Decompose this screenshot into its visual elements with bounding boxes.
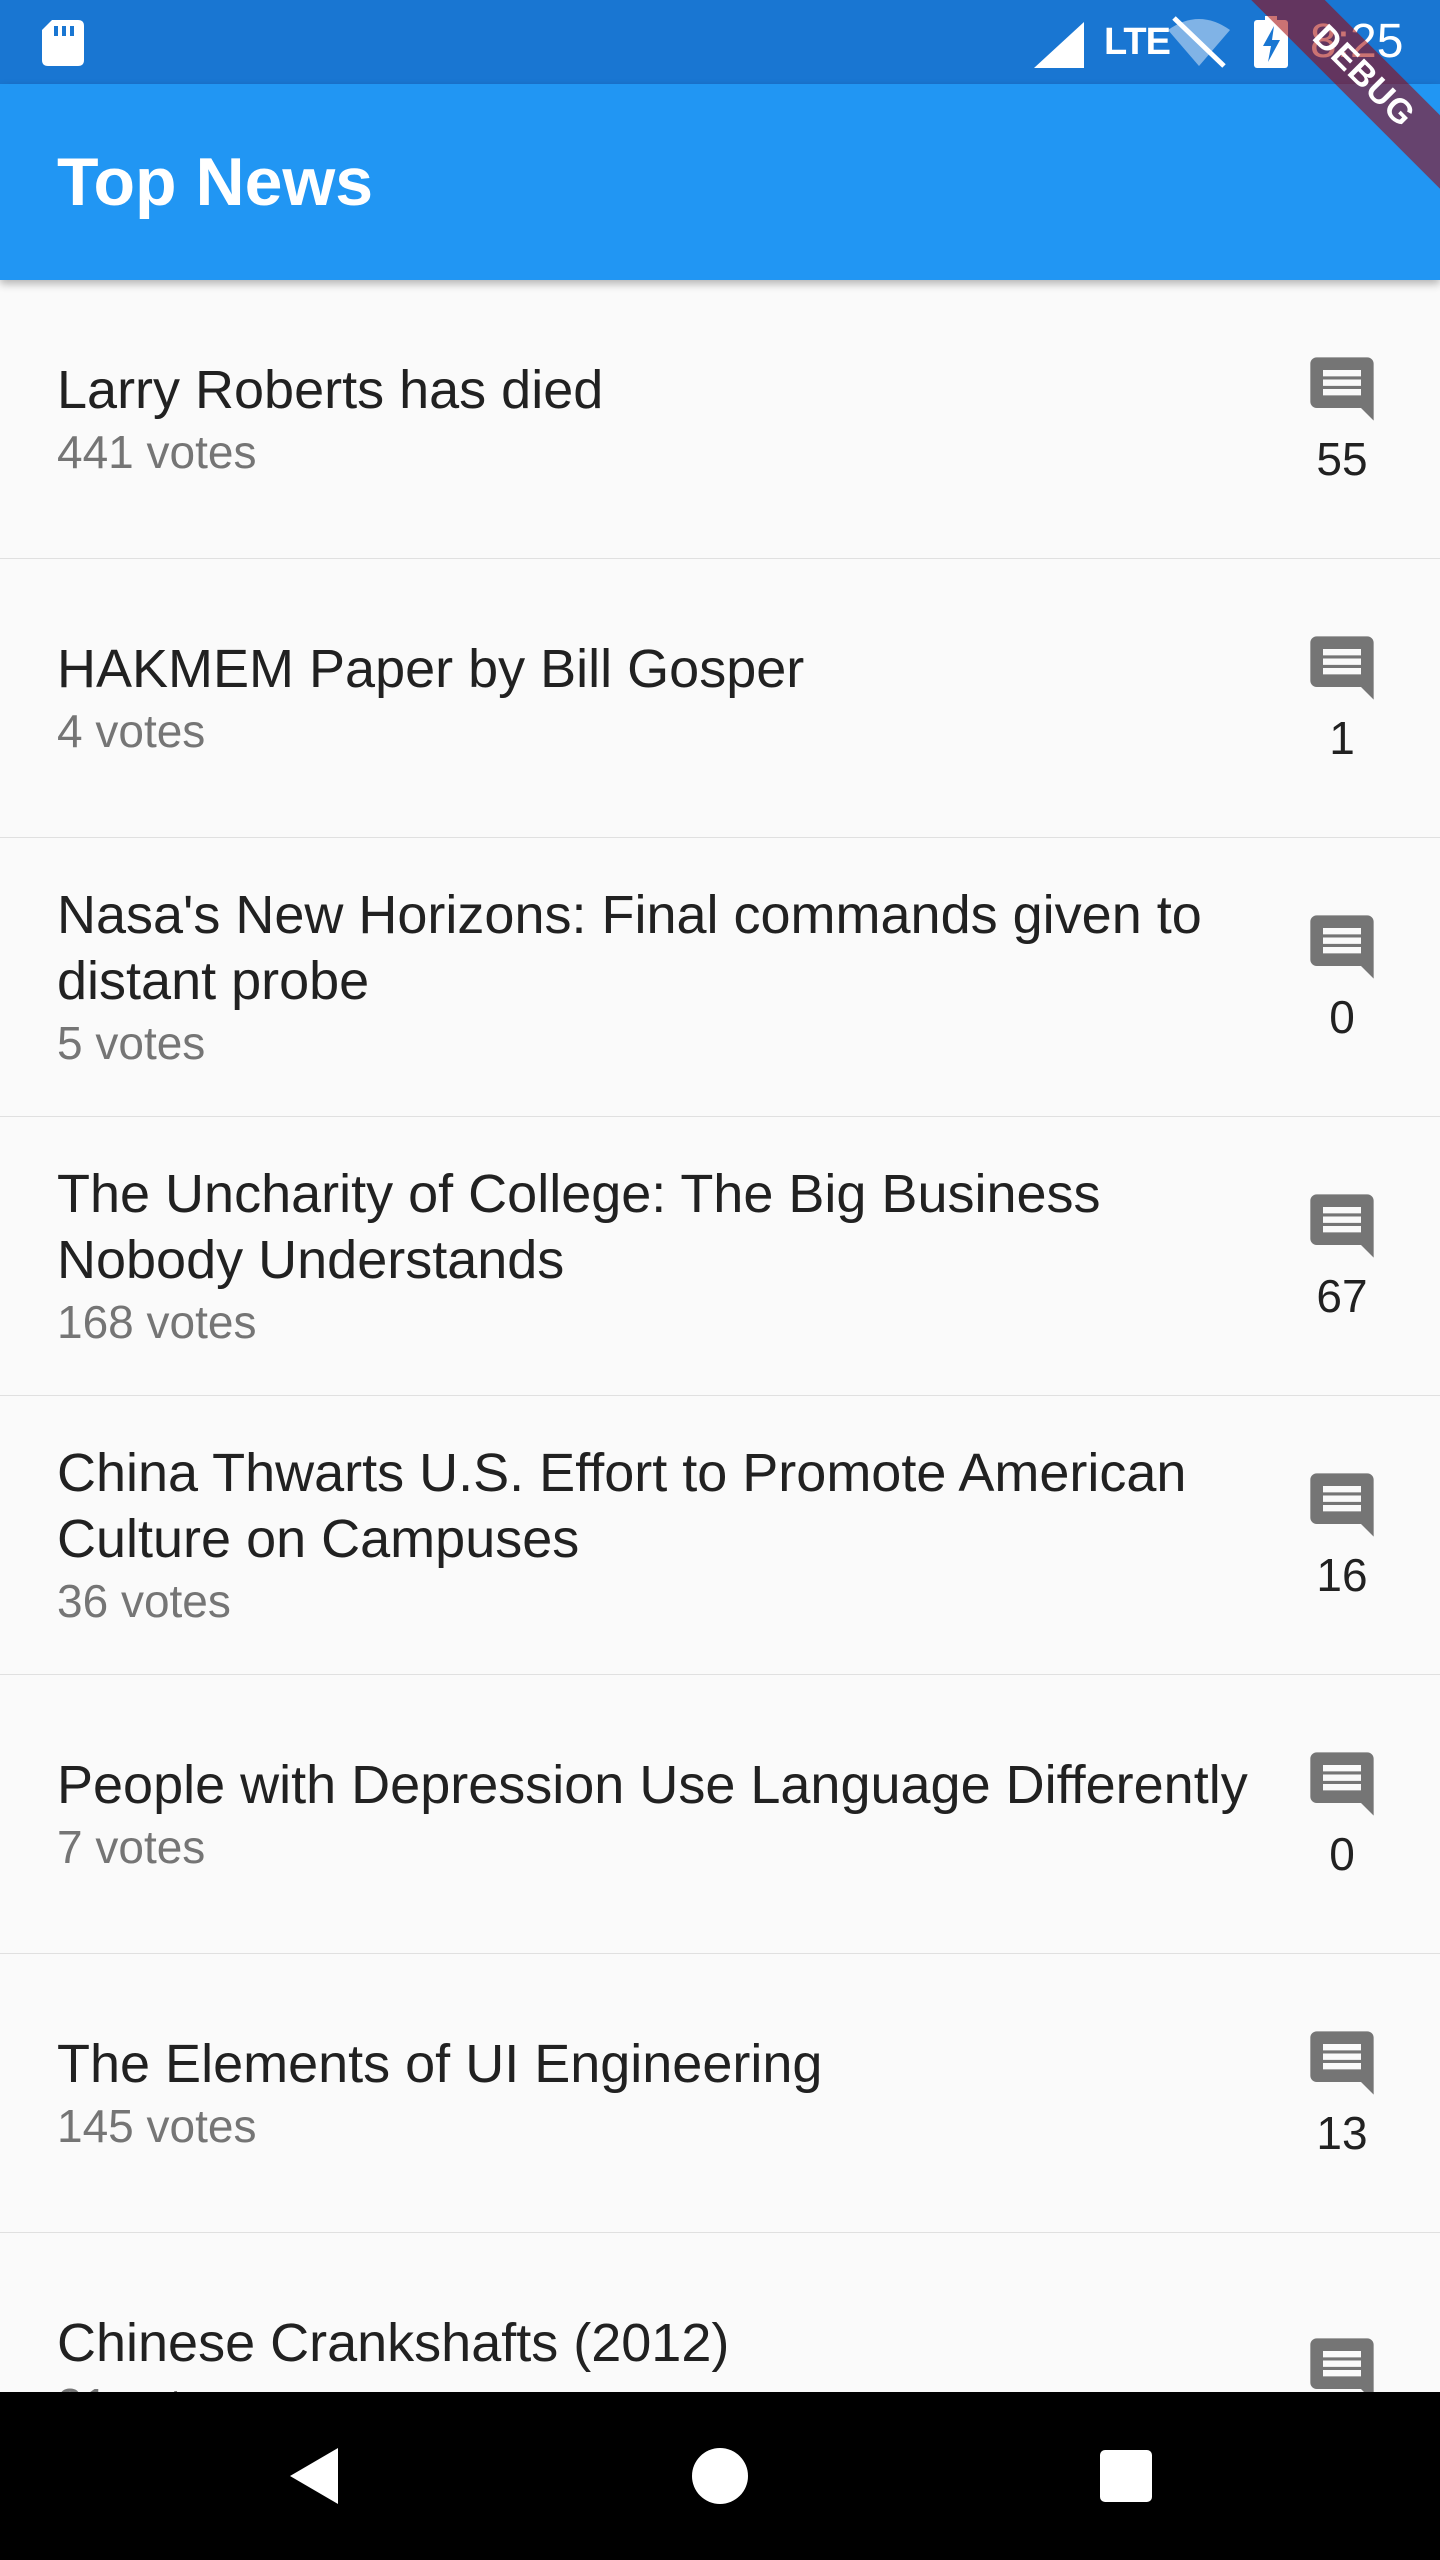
news-list[interactable]: Larry Roberts has died 441 votes 55 HAKM… [0,280,1440,2392]
comment-icon [1310,1473,1374,1537]
comments-button[interactable] [1300,2233,1384,2392]
news-item[interactable]: The Uncharity of College: The Big Busine… [0,1117,1440,1396]
comment-icon [1310,2338,1374,2392]
vote-count: 7 votes [57,1821,206,1873]
news-item-text: Nasa's New Horizons: Final commands give… [57,838,1257,1116]
comment-count: 67 [1316,1270,1368,1322]
status-time: 8:25 [1310,15,1404,68]
comment-icon [1310,357,1374,421]
news-item-text: People with Depression Use Language Diff… [57,1675,1257,1953]
news-title: The Uncharity of College: The Big Busine… [57,1164,1101,1290]
vote-count: 168 votes [57,1296,257,1348]
news-title: Larry Roberts has died [57,360,604,420]
news-item-text: HAKMEM Paper by Bill Gosper 4 votes [57,559,1257,837]
status-bar: LTE 8:25 [0,0,1440,84]
page-title: Top News [57,144,374,220]
news-item[interactable]: People with Depression Use Language Diff… [0,1675,1440,1954]
battery-charging-icon [1254,16,1288,68]
comment-icon [1310,2031,1374,2095]
news-item-text: The Elements of UI Engineering 145 votes [57,1954,1257,2232]
news-item-text: Larry Roberts has died 441 votes [57,280,1257,558]
news-item[interactable]: Larry Roberts has died 441 votes 55 [0,280,1440,559]
vote-count: 145 votes [57,2100,257,2152]
news-title: People with Depression Use Language Diff… [57,1755,1248,1815]
comments-button[interactable]: 0 [1300,1675,1384,1953]
network-type: LTE [1104,21,1171,63]
home-circle-icon[interactable] [680,2436,760,2516]
vote-count: 4 votes [57,705,206,757]
cell-signal-icon [1034,22,1084,68]
vote-count: 5 votes [57,1017,206,1069]
sd-card-icon [42,20,84,66]
app-bar: Top News [0,84,1440,280]
recents-square-icon[interactable] [1086,2436,1166,2516]
news-item[interactable]: HAKMEM Paper by Bill Gosper 4 votes 1 [0,559,1440,838]
news-title: The Elements of UI Engineering [57,2034,823,2094]
comment-count: 55 [1316,433,1368,485]
comments-button[interactable]: 16 [1300,1396,1384,1674]
wifi-off-icon [1168,16,1230,68]
news-title: Nasa's New Horizons: Final commands give… [57,885,1202,1011]
comment-count: 16 [1316,1549,1368,1601]
news-item-text: Chinese Crankshafts (2012) 21 votes [57,2233,1257,2392]
navigation-bar [0,2392,1440,2560]
comments-button[interactable]: 1 [1300,559,1384,837]
comment-icon [1310,636,1374,700]
news-title: Chinese Crankshafts (2012) [57,2313,730,2373]
comment-icon [1310,1194,1374,1258]
back-triangle-icon[interactable] [276,2436,356,2516]
news-item[interactable]: Chinese Crankshafts (2012) 21 votes [0,2233,1440,2392]
comment-icon [1310,915,1374,979]
news-item[interactable]: The Elements of UI Engineering 145 votes… [0,1954,1440,2233]
comments-button[interactable]: 0 [1300,838,1384,1116]
comments-button[interactable]: 13 [1300,1954,1384,2232]
news-item-text: China Thwarts U.S. Effort to Promote Ame… [57,1396,1257,1674]
news-item[interactable]: China Thwarts U.S. Effort to Promote Ame… [0,1396,1440,1675]
news-title: China Thwarts U.S. Effort to Promote Ame… [57,1443,1187,1569]
comment-count: 0 [1329,1828,1355,1880]
news-item-text: The Uncharity of College: The Big Busine… [57,1117,1257,1395]
comment-count: 0 [1329,991,1355,1043]
comments-button[interactable]: 55 [1300,280,1384,558]
news-item[interactable]: Nasa's New Horizons: Final commands give… [0,838,1440,1117]
vote-count: 441 votes [57,426,257,478]
news-title: HAKMEM Paper by Bill Gosper [57,639,805,699]
comment-icon [1310,1752,1374,1816]
comment-count: 13 [1316,2107,1368,2159]
comments-button[interactable]: 67 [1300,1117,1384,1395]
comment-count: 1 [1329,712,1355,764]
vote-count: 21 votes [57,2376,1257,2392]
vote-count: 36 votes [57,1575,231,1627]
